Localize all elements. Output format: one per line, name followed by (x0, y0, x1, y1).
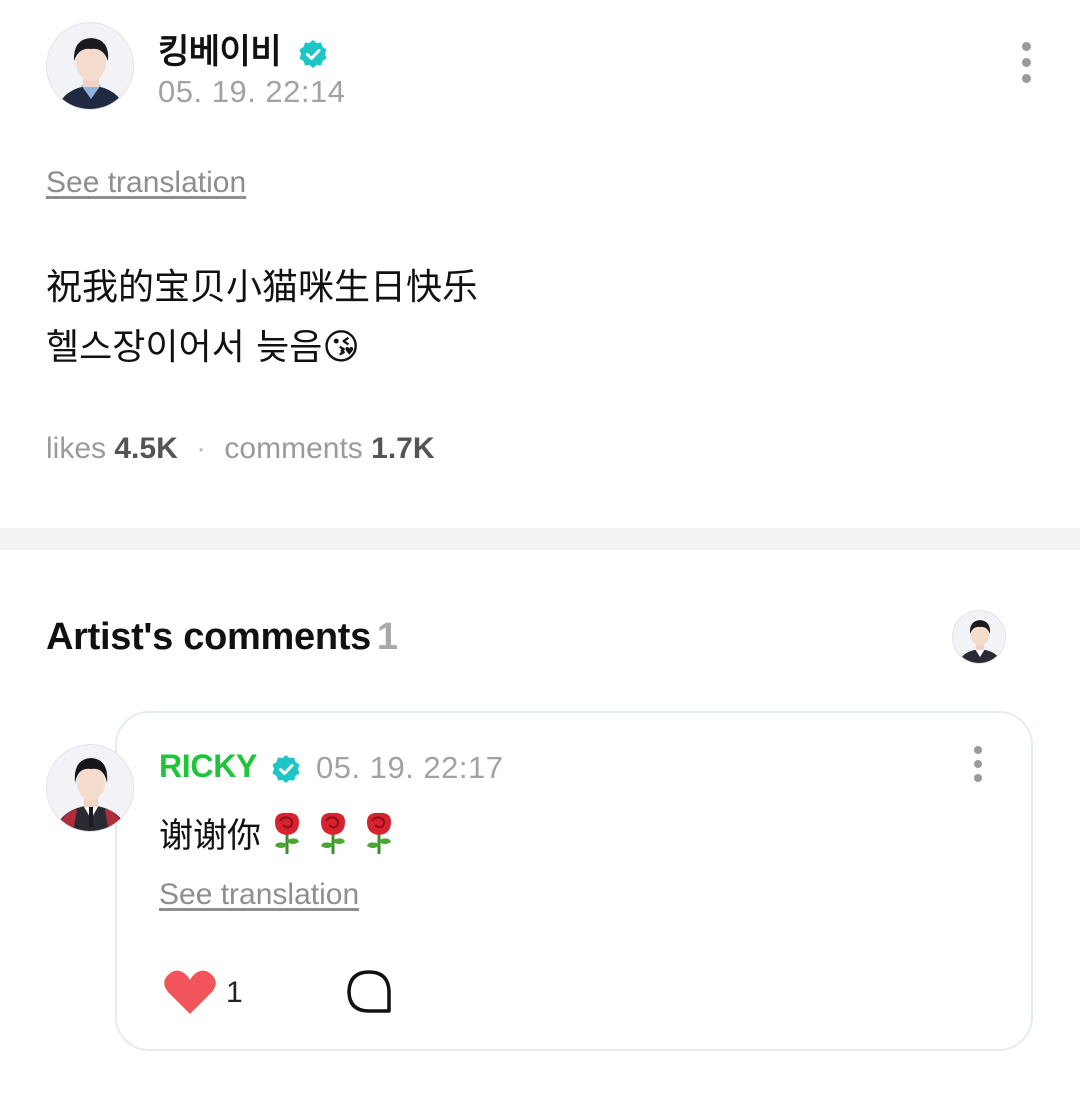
verified-badge-icon (272, 754, 300, 783)
comments-label[interactable]: comments (224, 432, 362, 465)
comment-reply-button[interactable] (344, 968, 394, 1016)
artist-comments-count: 1 (376, 616, 398, 658)
section-divider (0, 528, 1080, 550)
post-date: 05. 19. 22:14 (158, 74, 346, 109)
rose-emoji (321, 812, 345, 854)
likes-count: 4.5K (114, 432, 178, 465)
comment-like-count: 1 (226, 976, 243, 1009)
comment-date: 05. 19. 22:17 (316, 750, 504, 785)
comment-author[interactable]: RICKY (159, 748, 301, 785)
comment-see-translation-link[interactable]: See translation (159, 878, 359, 912)
more-dot (1021, 58, 1031, 67)
comment-body: 谢谢你 (159, 808, 399, 857)
heart-icon (164, 970, 216, 1014)
comment-text: 谢谢你 (159, 816, 261, 856)
more-vertical-icon (1021, 42, 1031, 51)
more-dot (974, 774, 982, 782)
author-avatar[interactable] (46, 22, 134, 110)
verified-badge-icon (299, 40, 327, 69)
artist-filter-avatar[interactable] (952, 610, 1006, 664)
more-vertical-icon (974, 746, 982, 754)
author-name-text[interactable]: 킹베이비 (158, 33, 282, 71)
comment-author-name[interactable]: RICKY (159, 748, 257, 784)
comment-author-avatar[interactable] (46, 744, 134, 832)
artist-comments-title: Artist's comments 1 (46, 616, 398, 659)
see-translation-link[interactable]: See translation (46, 166, 246, 200)
post-body-line-2-text: 헬스장이어서 늦음 (46, 327, 323, 368)
comment-more-options-button[interactable] (968, 746, 988, 788)
post-body-line-2: 헬스장이어서 늦음😘 (46, 318, 478, 378)
likes-label: likes (46, 432, 107, 465)
comments-count[interactable]: 1.7K (371, 432, 434, 465)
rose-emoji (367, 812, 391, 854)
comment-like-button[interactable] (163, 968, 217, 1016)
post-body: 祝我的宝贝小猫咪生日快乐 헬스장이어서 늦음😘 (46, 258, 478, 378)
author-name[interactable]: 킹베이비 (158, 24, 328, 73)
comment-bubble-icon (347, 970, 391, 1013)
kiss-emoji: 😘 (322, 327, 360, 368)
post-header: 킹베이비 05. 19. 22:14 (46, 22, 1036, 112)
rose-emoji (275, 812, 299, 854)
more-dot (1021, 74, 1031, 83)
more-options-button[interactable] (1016, 42, 1036, 90)
artist-comments-label: Artist's comments (46, 616, 371, 658)
more-dot (974, 760, 982, 768)
stats-separator: · (196, 432, 207, 465)
post-stats: likes 4.5K · comments 1.7K (46, 432, 435, 466)
post-body-line-1: 祝我的宝贝小猫咪生日快乐 (46, 267, 479, 308)
